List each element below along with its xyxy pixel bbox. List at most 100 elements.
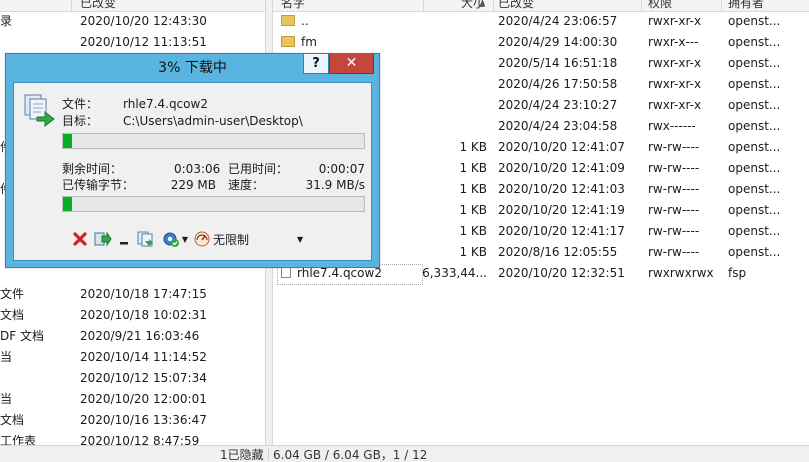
modified-date-cell: 2020/8/16 12:05:55 <box>498 245 618 259</box>
gear-check-icon <box>163 232 179 247</box>
elapsed-time-value: 0:00:07 <box>318 162 365 176</box>
modified-date-cell: 2020/10/20 12:41:03 <box>498 182 625 196</box>
remote-file-row[interactable]: fm 2020/4/29 14:00:30 rwxr-x--- openst... <box>273 32 809 53</box>
owner-cell: openst... <box>728 35 781 49</box>
modified-date-cell: 2020/10/20 12:41:17 <box>498 224 625 238</box>
owner-cell: openst... <box>728 77 781 91</box>
column-divider[interactable] <box>721 0 722 11</box>
background-transfer-icon <box>94 231 112 247</box>
local-file-row[interactable]: 文档 2020/10/18 10:02:31 <box>0 305 265 326</box>
permissions-cell: rwxrwxrwx <box>648 266 714 280</box>
name-column-header[interactable]: 名字 <box>281 0 305 11</box>
modified-date-cell: 2020/10/12 11:13:51 <box>80 35 207 49</box>
permissions-cell: rwx------ <box>648 119 696 133</box>
file-name-cell: .. <box>281 11 421 32</box>
local-file-row[interactable]: DF 文档 2020/9/21 16:03:46 <box>0 326 265 347</box>
file-name-cell: fm <box>281 32 421 53</box>
local-file-row[interactable]: 文件 2020/10/18 17:47:15 <box>0 284 265 305</box>
file-type-cell: 工作表 <box>0 434 37 445</box>
column-divider[interactable] <box>423 0 424 11</box>
file-type-cell: DF 文档 <box>0 329 44 343</box>
owner-cell: openst... <box>728 119 781 133</box>
dialog-body: 文件： rhle7.4.qcow2 目标： C:\Users\admin-use… <box>13 82 372 261</box>
local-file-row[interactable]: 录 2020/10/20 12:43:30 <box>0 11 265 32</box>
owner-cell: openst... <box>728 140 781 154</box>
file-name-text: rhle7.4.qcow2 <box>297 266 382 280</box>
after-transfer-action-dropdown[interactable]: ▼ <box>160 230 190 248</box>
transferred-bytes-value: 229 MB <box>170 178 216 192</box>
cancel-transfer-button[interactable] <box>70 230 90 248</box>
local-file-row[interactable]: 当 2020/10/14 11:14:52 <box>0 347 265 368</box>
owner-cell: openst... <box>728 98 781 112</box>
file-size-cell: 6,333,44... <box>422 266 487 280</box>
modified-date-cell: 2020/10/14 11:14:52 <box>80 350 207 364</box>
file-size-cell: 1 KB <box>459 203 487 217</box>
owner-cell: openst... <box>728 203 781 217</box>
file-size-cell: 1 KB <box>459 140 487 154</box>
file-type-cell: 文件 <box>0 287 25 301</box>
column-divider[interactable] <box>71 0 72 11</box>
target-path-value: C:\Users\admin-user\Desktop\ <box>123 114 303 128</box>
remaining-time-label: 剩余时间： <box>62 162 123 176</box>
keep-open-button[interactable] <box>136 230 156 248</box>
permissions-column-header[interactable]: 权限 <box>648 0 672 11</box>
remaining-time-value: 0:03:06 <box>174 162 221 176</box>
owner-cell: fsp <box>728 266 747 280</box>
column-divider[interactable] <box>641 0 642 11</box>
file-size-cell: 1 KB <box>459 224 487 238</box>
owner-column-header[interactable]: 拥有者 <box>728 0 764 11</box>
local-file-row[interactable]: 2020/10/12 15:07:34 <box>0 368 265 389</box>
file-type-cell: 当 <box>0 392 13 406</box>
file-type-cell: 文档 <box>0 413 25 427</box>
close-button[interactable]: ✕ <box>329 54 374 74</box>
speed-limit-dropdown[interactable]: 无限制 ▼ <box>194 230 304 248</box>
permissions-cell: rw-rw---- <box>648 203 700 217</box>
modified-date-cell: 2020/4/24 23:04:58 <box>498 119 618 133</box>
remote-file-row[interactable]: .. 2020/4/24 23:06:57 rwxr-xr-x openst... <box>273 11 809 32</box>
file-size-cell: 1 KB <box>459 161 487 175</box>
file-name-text: fm <box>301 35 317 49</box>
local-file-row[interactable]: 当 2020/10/20 12:00:01 <box>0 389 265 410</box>
transferred-bytes-label: 已传输字节： <box>62 178 135 192</box>
modified-date-cell: 2020/4/29 14:00:30 <box>498 35 618 49</box>
owner-cell: openst... <box>728 14 781 28</box>
permissions-cell: rwxr-xr-x <box>648 14 702 28</box>
file-size-cell: 1 KB <box>459 182 487 196</box>
local-file-row[interactable]: 工作表 2020/10/12 8:47:59 <box>0 431 265 445</box>
owner-cell: openst... <box>728 224 781 238</box>
permissions-cell: rwxr-xr-x <box>648 98 702 112</box>
permissions-cell: rwxr-xr-x <box>648 56 702 70</box>
copy-files-icon <box>24 94 55 127</box>
speedometer-icon <box>194 231 210 247</box>
transfer-to-background-button[interactable] <box>92 230 114 248</box>
local-file-row[interactable]: 文档 2020/10/16 13:36:47 <box>0 410 265 431</box>
modified-column-header[interactable]: 已改变 <box>498 0 534 11</box>
modified-date-cell: 2020/10/20 12:41:19 <box>498 203 625 217</box>
permissions-cell: rw-rw---- <box>648 182 700 196</box>
modified-date-cell: 2020/4/24 23:06:57 <box>498 14 618 28</box>
modified-date-cell: 2020/5/14 16:51:18 <box>498 56 618 70</box>
file-progress-bar <box>62 133 365 149</box>
owner-cell: openst... <box>728 56 781 70</box>
column-divider[interactable] <box>493 0 494 11</box>
modified-date-cell: 2020/10/12 15:07:34 <box>80 371 207 385</box>
modified-date-cell: 2020/10/20 12:32:51 <box>498 266 625 280</box>
permissions-cell: rw-rw---- <box>648 245 700 259</box>
speed-value: 31.9 MB/s <box>305 178 365 192</box>
local-file-row[interactable]: 2020/10/12 11:13:51 <box>0 32 265 53</box>
speed-label: 速度： <box>228 178 265 192</box>
local-modified-column-header[interactable]: 已改变 <box>80 0 116 11</box>
owner-cell: openst... <box>728 245 781 259</box>
file-type-cell: 当 <box>0 350 13 364</box>
download-progress-dialog[interactable]: 3% 下载中 ? ✕ 文件： rhle7.4.qcow2 目标： C:\User… <box>5 53 380 268</box>
file-name-value: rhle7.4.qcow2 <box>123 97 208 111</box>
permissions-cell: rw-rw---- <box>648 140 700 154</box>
status-hidden-count: 1已隐藏 <box>220 448 264 462</box>
target-label: 目标： <box>62 114 99 128</box>
help-button[interactable]: ? <box>303 54 329 74</box>
permissions-cell: rwxr-x--- <box>648 35 699 49</box>
modified-date-cell: 2020/4/24 23:10:27 <box>498 98 618 112</box>
minimize-to-queue-button[interactable] <box>117 230 131 248</box>
file-type-cell: 录 <box>0 14 13 28</box>
modified-date-cell: 2020/10/20 12:41:07 <box>498 140 625 154</box>
